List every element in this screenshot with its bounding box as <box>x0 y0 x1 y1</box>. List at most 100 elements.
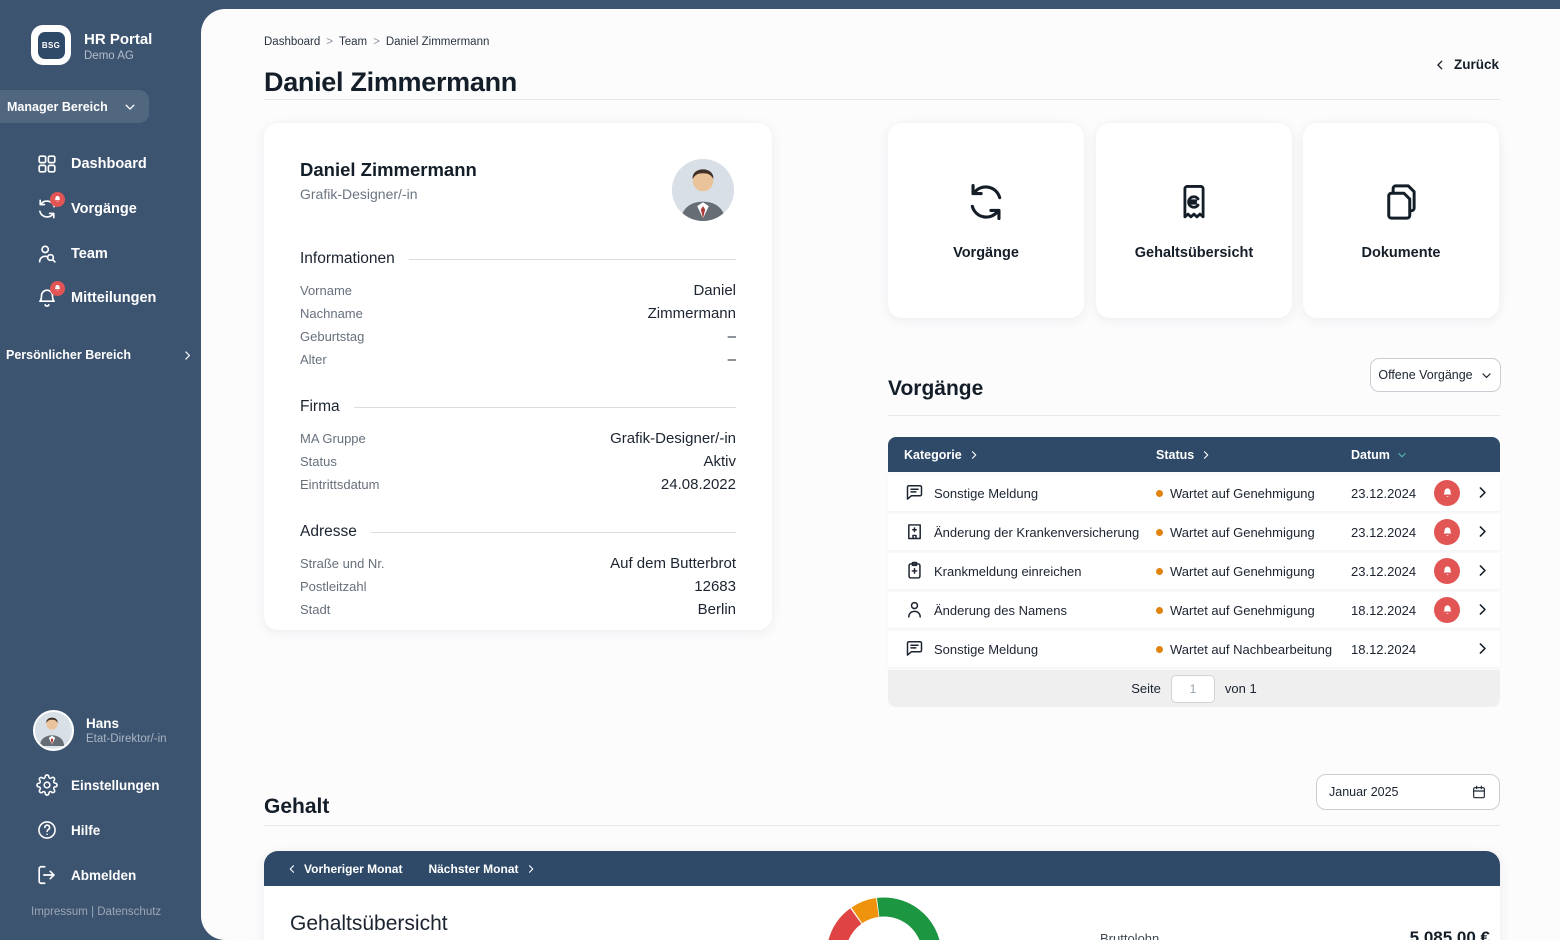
field-value: – <box>728 328 736 345</box>
chevron-left-icon <box>286 863 298 875</box>
sidebar-item-hilfe[interactable]: Hilfe <box>0 813 201 847</box>
section-header-informationen: Informationen <box>300 250 736 268</box>
sidebar-user[interactable]: Hans Etat-Direktor/-in <box>33 710 167 751</box>
profile-photo <box>672 159 734 221</box>
row-status: Wartet auf Nachbearbeitung <box>1170 631 1332 667</box>
pagination-label: Seite <box>1131 681 1161 696</box>
receipt-euro-icon <box>1173 181 1215 223</box>
profile-row: StatusAktiv <box>300 453 736 470</box>
sidebar-item-label: Abmelden <box>71 868 136 883</box>
profile-card: Daniel Zimmermann Grafik-Designer/-in In… <box>264 123 772 630</box>
chevron-right-icon[interactable] <box>1474 601 1491 618</box>
sidebar-item-label: Mitteilungen <box>71 290 156 306</box>
row-date: 18.12.2024 <box>1351 592 1416 628</box>
field-label: Alter <box>300 352 327 367</box>
section-title: Adresse <box>300 523 357 541</box>
summary-value: 5.085,00 € <box>1410 928 1490 940</box>
sidebar-item-einstellungen[interactable]: Einstellungen <box>0 768 201 802</box>
alert-bell-badge <box>1434 597 1460 623</box>
app-logo: BSG <box>31 25 71 65</box>
chevron-right-icon[interactable] <box>1474 523 1491 540</box>
alert-bell-badge <box>1434 558 1460 584</box>
sidebar-item-dashboard[interactable]: Dashboard <box>0 147 201 181</box>
chevron-right-icon <box>1200 449 1212 461</box>
field-label: Status <box>300 454 337 469</box>
column-label: Kategorie <box>904 448 962 462</box>
legal-links[interactable]: Impressum | Datenschutz <box>31 906 161 918</box>
avatar <box>33 710 74 751</box>
calendar-icon <box>1471 784 1487 800</box>
row-category: Sonstige Meldung <box>934 631 1038 667</box>
sort-chevron-down-icon <box>1396 449 1408 461</box>
quick-card-vorgaenge[interactable]: Vorgänge <box>888 123 1084 318</box>
sidebar-item-label: Team <box>71 246 108 262</box>
profile-name: Daniel Zimmermann <box>300 159 736 181</box>
sidebar-item-mitteilungen[interactable]: Mitteilungen <box>0 281 201 315</box>
section-title: Informationen <box>300 250 395 268</box>
table-row[interactable]: Änderung des Namens Wartet auf Genehmigu… <box>888 592 1500 628</box>
breadcrumb-team[interactable]: Team <box>339 36 367 48</box>
row-category: Änderung der Krankenversicherung <box>934 514 1139 550</box>
month-picker[interactable]: Januar 2025 <box>1316 774 1500 810</box>
person-icon <box>904 599 925 620</box>
table-row[interactable]: Änderung der Krankenversicherung Wartet … <box>888 514 1500 550</box>
notification-badge <box>50 281 65 296</box>
column-header-status[interactable]: Status <box>1156 437 1212 472</box>
month-picker-value: Januar 2025 <box>1329 785 1399 799</box>
chevron-right-icon[interactable] <box>1474 484 1491 501</box>
section-header-firma: Firma <box>300 398 736 416</box>
page-input[interactable] <box>1171 675 1215 703</box>
chevron-right-icon[interactable] <box>1474 562 1491 579</box>
documents-icon <box>1380 181 1422 223</box>
field-value: Daniel <box>693 282 736 299</box>
sidebar-section-persoenlich[interactable]: Persönlicher Bereich <box>6 348 194 362</box>
alert-bell-badge <box>1434 519 1460 545</box>
back-button[interactable]: Zurück <box>1433 57 1499 72</box>
section-title: Firma <box>300 398 340 416</box>
field-label: Stadt <box>300 602 330 617</box>
table-row[interactable]: Krankmeldung einreichen Wartet auf Geneh… <box>888 553 1500 589</box>
filter-dropdown[interactable]: Offene Vorgänge <box>1370 358 1501 392</box>
prev-month-button[interactable]: Vorheriger Monat <box>286 862 402 876</box>
sidebar-item-team[interactable]: Team <box>0 237 201 271</box>
sidebar-item-abmelden[interactable]: Abmelden <box>0 858 201 892</box>
logout-icon <box>36 864 58 886</box>
breadcrumb-dashboard[interactable]: Dashboard <box>264 36 320 48</box>
breadcrumb-separator: > <box>326 36 333 48</box>
profile-row: Eintrittsdatum24.08.2022 <box>300 476 736 493</box>
app-name: HR Portal <box>84 31 152 48</box>
profile-row: MA GruppeGrafik-Designer/-in <box>300 430 736 447</box>
field-label: Vorname <box>300 283 352 298</box>
field-label: Eintrittsdatum <box>300 477 379 492</box>
quick-card-gehaltsuebersicht[interactable]: Gehaltsübersicht <box>1096 123 1292 318</box>
sidebar-item-vorgaenge[interactable]: Vorgänge <box>0 192 201 226</box>
next-month-button[interactable]: Nächster Monat <box>428 862 536 876</box>
row-category: Krankmeldung einreichen <box>934 553 1081 589</box>
quick-card-dokumente[interactable]: Dokumente <box>1303 123 1499 318</box>
column-header-datum[interactable]: Datum <box>1351 437 1408 472</box>
refresh-icon <box>965 181 1007 223</box>
logo-badge: BSG <box>38 32 65 59</box>
column-header-kategorie[interactable]: Kategorie <box>904 437 980 472</box>
field-value: 12683 <box>694 578 736 595</box>
field-label: Postleitzahl <box>300 579 366 594</box>
table-row[interactable]: Sonstige Meldung Wartet auf Genehmigung … <box>888 475 1500 511</box>
row-category: Änderung des Namens <box>934 592 1067 628</box>
breadcrumb: Dashboard > Team > Daniel Zimmermann <box>264 36 489 48</box>
chevron-right-icon[interactable] <box>1474 640 1491 657</box>
table-row[interactable]: Sonstige Meldung Wartet auf Nachbearbeit… <box>888 631 1500 667</box>
vorgaenge-table: Kategorie Status Datum Sonstige Meldung … <box>888 437 1500 707</box>
pagination-of: von 1 <box>1225 681 1257 696</box>
sidebar-item-label: Dashboard <box>71 156 147 172</box>
sidebar-item-label: Vorgänge <box>71 201 137 217</box>
prev-month-label: Vorheriger Monat <box>304 862 402 876</box>
field-value: Berlin <box>698 601 736 618</box>
profile-row: Vorname Daniel <box>300 282 736 299</box>
breadcrumb-separator: > <box>373 36 380 48</box>
section-header-adresse: Adresse <box>300 523 736 541</box>
message-icon <box>904 638 925 659</box>
area-selector[interactable]: Manager Bereich <box>0 90 149 123</box>
field-value: Zimmermann <box>648 305 736 322</box>
row-status: Wartet auf Genehmigung <box>1170 514 1315 550</box>
profile-row: Postleitzahl 12683 <box>300 578 736 595</box>
